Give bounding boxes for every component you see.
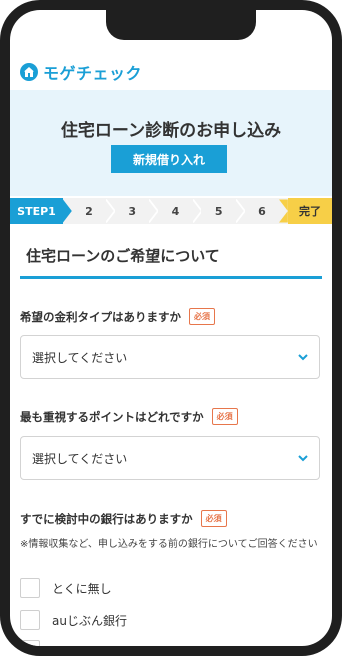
step-separator: [279, 199, 288, 223]
checkbox-option-next[interactable]: [20, 640, 40, 646]
section-title: 住宅ローンのご希望について: [26, 247, 220, 265]
checkbox[interactable]: [20, 610, 40, 630]
step-separator: [106, 198, 115, 224]
question-priority-label: 最も重視するポイントはどれですか 必須: [20, 408, 238, 425]
step-separator: [235, 198, 245, 224]
step-complete: 完了: [287, 198, 332, 224]
priority-select[interactable]: 選択してください: [20, 436, 320, 480]
checkbox-label: とくに無し: [52, 581, 112, 596]
interest-type-select[interactable]: 選択してください: [20, 335, 320, 379]
required-badge: 必須: [211, 408, 238, 425]
question-text: すでに検討中の銀行はありますか: [20, 511, 193, 526]
select-value: 選択してください: [32, 452, 128, 466]
brand-name: モゲチェック: [43, 64, 143, 83]
chevron-down-icon: [298, 455, 308, 462]
chevron-down-icon: [298, 354, 308, 361]
question-text: 最も重視するポイントはどれですか: [20, 409, 204, 424]
new-loan-button[interactable]: 新規借り入れ: [111, 145, 227, 173]
required-badge: 必須: [200, 510, 227, 527]
step-2: 2: [85, 204, 93, 218]
checkbox-option-au-jibun-bank[interactable]: auじぶん銀行: [20, 610, 127, 630]
step-4: 4: [171, 204, 180, 218]
step-separator: [149, 198, 159, 224]
step-indicator: STEP1 2 3 4 5 6 完了: [10, 198, 332, 224]
question-text: 希望の金利タイプはありますか: [20, 309, 181, 324]
checkbox-label: auじぶん銀行: [52, 613, 127, 628]
phone-frame: モゲチェック 住宅ローン診断のお申し込み 新規借り入れ STEP1 2 3 4 …: [0, 0, 342, 656]
required-badge: 必須: [189, 308, 215, 325]
step-3: 3: [128, 204, 137, 218]
screen: モゲチェック 住宅ローン診断のお申し込み 新規借り入れ STEP1 2 3 4 …: [10, 10, 332, 646]
house-logo-icon: [20, 63, 38, 81]
page-title: 住宅ローン診断のお申し込み: [60, 121, 282, 141]
hero-banner: 住宅ローン診断のお申し込み 新規借り入れ: [10, 90, 332, 196]
step-separator: [62, 199, 72, 223]
step-6: 6: [258, 204, 266, 218]
brand-logo[interactable]: モゲチェック: [20, 60, 142, 84]
question-bank-label: すでに検討中の銀行はありますか 必須: [20, 510, 227, 527]
question-note: ※情報収集など、申し込みをする前の銀行についてご回答ください: [20, 539, 318, 550]
step-1: STEP1: [10, 198, 63, 224]
section-underline: [20, 276, 322, 279]
checkbox[interactable]: [20, 578, 40, 598]
checkbox-option-none[interactable]: とくに無し: [20, 578, 112, 598]
question-interest-type-label: 希望の金利タイプはありますか 必須: [20, 308, 215, 325]
step-separator: [192, 198, 202, 224]
step-5: 5: [214, 204, 223, 218]
select-value: 選択してください: [32, 351, 128, 365]
phone-notch: [106, 10, 256, 40]
checkbox[interactable]: [20, 640, 40, 646]
